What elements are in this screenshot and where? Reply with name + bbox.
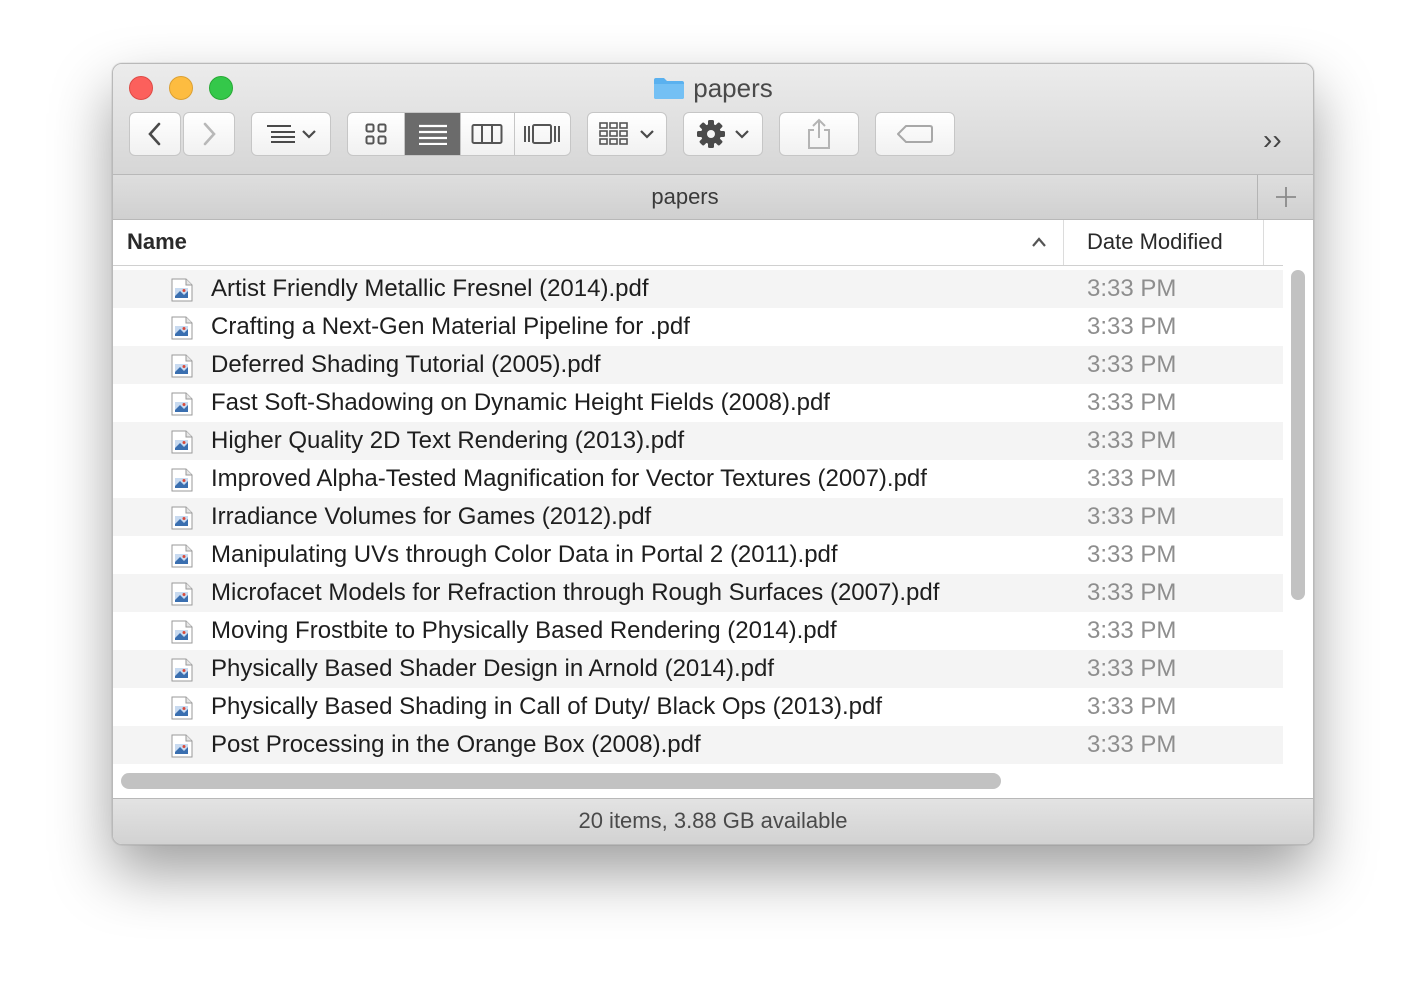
status-bar: 20 items, 3.88 GB available [113, 798, 1313, 844]
file-date-modified: 3:33 PM [1087, 693, 1177, 720]
list-view-icon [418, 124, 447, 145]
file-date-modified: 3:33 PM [1087, 275, 1177, 302]
pdf-file-icon [171, 506, 193, 530]
file-name: Improved Alpha-Tested Magnification for … [211, 465, 927, 492]
gear-icon [697, 120, 725, 148]
list-view-button[interactable] [405, 113, 461, 155]
pdf-file-icon [171, 582, 193, 606]
column-name-header[interactable]: Name [127, 220, 187, 264]
tag-button[interactable] [875, 112, 955, 156]
pdf-file-icon [171, 658, 193, 682]
share-icon [808, 118, 830, 149]
file-date-modified: 3:33 PM [1087, 465, 1177, 492]
chevron-right-icon [203, 122, 216, 146]
window-title: papers [693, 72, 773, 103]
group-grid-icon [599, 122, 628, 145]
icon-view-icon [365, 123, 387, 145]
horizontal-scrollbar[interactable] [121, 773, 1001, 789]
toolbar-overflow-button[interactable]: ›› [1263, 124, 1282, 156]
file-name: Crafting a Next-Gen Material Pipeline fo… [211, 313, 690, 340]
file-row[interactable]: Artist Friendly Metallic Fresnel (2014).… [113, 270, 1283, 308]
file-row[interactable]: Physically Based Shader Design in Arnold… [113, 650, 1283, 688]
column-divider[interactable] [1263, 220, 1264, 265]
forward-button[interactable] [183, 112, 235, 156]
file-row[interactable]: Crafting a Next-Gen Material Pipeline fo… [113, 308, 1283, 346]
file-date-modified: 3:33 PM [1087, 617, 1177, 644]
file-row[interactable]: Deferred Shading Tutorial (2005).pdf 3:33… [113, 346, 1283, 384]
file-row[interactable]: Physically Based Shading in Call of Duty… [113, 688, 1283, 726]
file-name: Moving Frostbite to Physically Based Ren… [211, 617, 837, 644]
folder-icon [654, 78, 685, 99]
file-row[interactable]: Manipulating UVs through Color Data in P… [113, 536, 1283, 574]
file-row[interactable]: Fast Soft-Shadowing on Dynamic Height Fi… [113, 384, 1283, 422]
pdf-file-icon [171, 316, 193, 340]
chevron-down-icon [735, 130, 749, 139]
cover-flow-button[interactable] [515, 113, 571, 155]
file-row[interactable]: Higher Quality 2D Text Rendering (2013).… [113, 422, 1283, 460]
vertical-scrollbar[interactable] [1291, 270, 1305, 600]
pdf-file-icon [171, 278, 193, 302]
file-date-modified: 3:33 PM [1087, 313, 1177, 340]
window-title-bar: papers [113, 72, 1313, 104]
file-row[interactable]: Moving Frostbite to Physically Based Ren… [113, 612, 1283, 650]
file-row[interactable]: Improved Alpha-Tested Magnification for … [113, 460, 1283, 498]
column-divider[interactable] [1063, 220, 1064, 265]
file-row[interactable]: Post Processing in the Orange Box (2008)… [113, 726, 1283, 764]
path-tab-label[interactable]: papers [113, 175, 1257, 219]
file-date-modified: 3:33 PM [1087, 731, 1177, 758]
new-tab-button[interactable] [1257, 175, 1313, 219]
file-name: Higher Quality 2D Text Rendering (2013).… [211, 427, 685, 454]
chevron-down-icon [640, 130, 654, 139]
pdf-file-icon [171, 430, 193, 454]
group-dropdown[interactable] [587, 112, 667, 156]
file-list: Artist Friendly Metallic Fresnel (2014).… [113, 270, 1283, 764]
pdf-file-icon [171, 392, 193, 416]
column-header: Name Date Modified [113, 220, 1283, 266]
status-text: 20 items, 3.88 GB available [578, 808, 848, 833]
file-date-modified: 3:33 PM [1087, 655, 1177, 682]
file-name: Fast Soft-Shadowing on Dynamic Height Fi… [211, 389, 830, 416]
arrange-dropdown[interactable] [251, 112, 331, 156]
file-date-modified: 3:33 PM [1087, 503, 1177, 530]
file-date-modified: 3:33 PM [1087, 389, 1177, 416]
file-date-modified: 3:33 PM [1087, 579, 1177, 606]
action-dropdown[interactable] [683, 112, 763, 156]
file-date-modified: 3:33 PM [1087, 541, 1177, 568]
file-name: Microfacet Models for Refraction through… [211, 579, 940, 606]
share-button[interactable] [779, 112, 859, 156]
chevron-down-icon [302, 130, 316, 139]
file-name: Artist Friendly Metallic Fresnel (2014).… [211, 275, 649, 302]
pdf-file-icon [171, 696, 193, 720]
file-name: Physically Based Shader Design in Arnold… [211, 655, 774, 682]
pdf-file-icon [171, 734, 193, 758]
finder-window: papers ›› papers Name Date Modified Arti… [112, 63, 1314, 845]
view-mode-control [347, 112, 571, 156]
arrange-list-icon [267, 125, 295, 143]
path-bar: papers [113, 174, 1313, 220]
file-name: Manipulating UVs through Color Data in P… [211, 541, 838, 568]
back-button[interactable] [129, 112, 181, 156]
cover-flow-icon [524, 124, 561, 144]
icon-view-button[interactable] [348, 113, 406, 155]
pdf-file-icon [171, 620, 193, 644]
column-view-icon [471, 124, 503, 144]
plus-icon [1276, 187, 1296, 207]
toolbar: papers ›› [113, 64, 1313, 174]
file-date-modified: 3:33 PM [1087, 351, 1177, 378]
column-date-modified-header[interactable]: Date Modified [1087, 220, 1223, 264]
file-row[interactable]: Irradiance Volumes for Games (2012).pdf 3… [113, 498, 1283, 536]
file-date-modified: 3:33 PM [1087, 427, 1177, 454]
pdf-file-icon [171, 468, 193, 492]
file-row[interactable]: Microfacet Models for Refraction through… [113, 574, 1283, 612]
file-name: Irradiance Volumes for Games (2012).pdf [211, 503, 652, 530]
chevron-left-icon [148, 122, 161, 146]
file-name: Physically Based Shading in Call of Duty… [211, 693, 883, 720]
pdf-file-icon [171, 354, 193, 378]
column-view-button[interactable] [461, 113, 515, 155]
tag-icon [897, 125, 933, 143]
file-name: Post Processing in the Orange Box (2008)… [211, 731, 701, 758]
pdf-file-icon [171, 544, 193, 568]
sort-ascending-icon[interactable] [1027, 230, 1051, 254]
file-name: Deferred Shading Tutorial (2005).pdf [211, 351, 601, 378]
